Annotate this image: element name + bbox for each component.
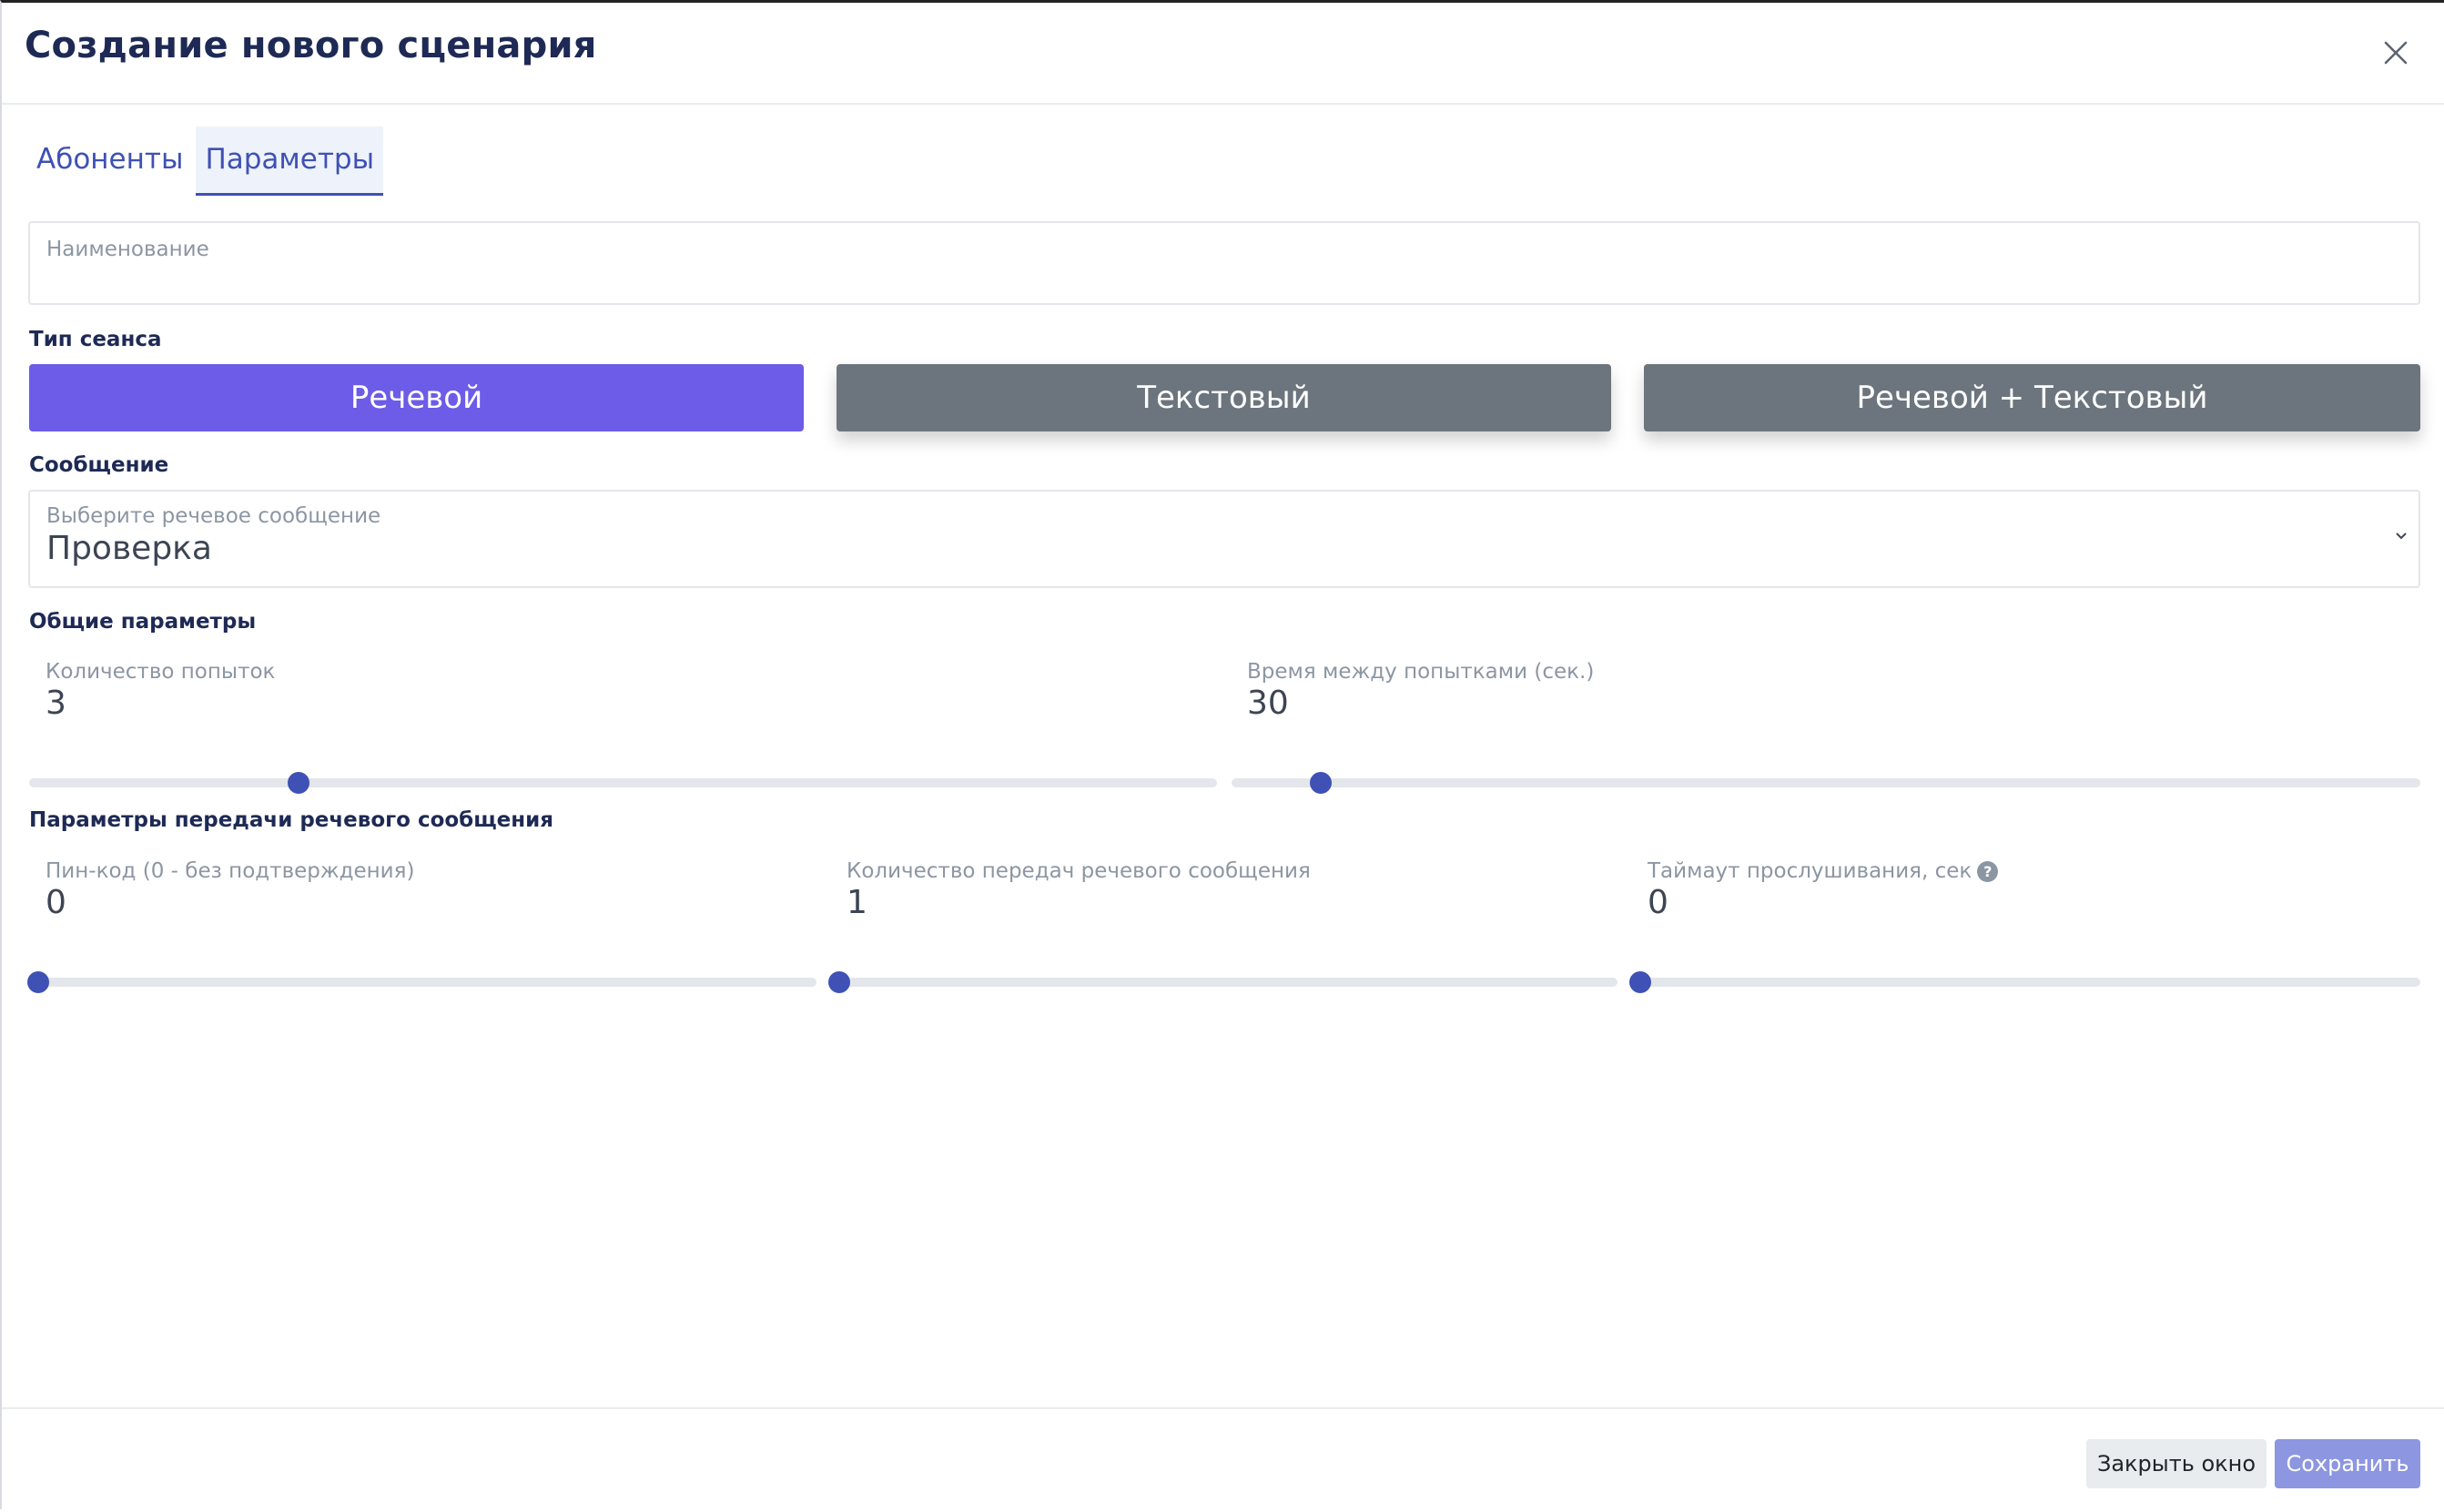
message-select-value: Проверка <box>46 530 212 567</box>
session-type-text-button[interactable]: Текстовый <box>837 364 1611 431</box>
pin-code-slider-thumb[interactable] <box>27 971 49 993</box>
attempts-label: Количество попыток <box>46 660 276 684</box>
save-button[interactable]: Сохранить <box>2275 1439 2420 1488</box>
close-icon[interactable] <box>2380 37 2411 68</box>
timeout-slider-thumb[interactable] <box>1629 971 1651 993</box>
message-select-label: Выберите речевое сообщение <box>46 504 381 528</box>
attempts-slider-thumb[interactable] <box>288 772 310 794</box>
create-scenario-modal: Создание нового сценария Абоненты Параме… <box>0 0 2444 1509</box>
tab-bar: Абоненты Параметры <box>27 127 384 196</box>
close-window-button[interactable]: Закрыть окно <box>2086 1439 2267 1488</box>
voice-params-label: Параметры передачи речевого сообщения <box>29 808 554 832</box>
modal-header: Создание нового сценария <box>2 3 2444 105</box>
timeout-label-text: Таймаут прослушивания, сек <box>1648 859 1972 883</box>
timeout-value: 0 <box>1648 884 1668 921</box>
pin-code-value: 0 <box>46 884 66 921</box>
repeats-slider[interactable] <box>828 971 1618 993</box>
tab-parameters[interactable]: Параметры <box>196 127 384 196</box>
pin-code-label: Пин-код (0 - без подтверждения) <box>46 859 415 883</box>
repeats-value: 1 <box>847 884 867 921</box>
name-field[interactable]: Наименование <box>28 221 2420 305</box>
help-icon[interactable]: ? <box>1977 861 1999 882</box>
message-select[interactable]: Выберите речевое сообщение Проверка <box>28 490 2420 588</box>
tab-subscribers[interactable]: Абоненты <box>27 127 192 196</box>
session-type-label: Тип сеанса <box>29 328 162 351</box>
interval-value: 30 <box>1247 685 1289 722</box>
session-type-voice-button[interactable]: Речевой <box>29 364 804 431</box>
repeats-slider-thumb[interactable] <box>828 971 850 993</box>
interval-slider[interactable] <box>1232 772 2420 794</box>
modal-footer: Закрыть окно Сохранить <box>2 1407 2444 1512</box>
session-type-voice-text-button[interactable]: Речевой + Текстовый <box>1644 364 2420 431</box>
attempts-value: 3 <box>46 685 66 722</box>
modal-title: Создание нового сценария <box>25 25 597 66</box>
timeout-label: Таймаут прослушивания, сек? <box>1648 859 1999 883</box>
timeout-slider[interactable] <box>1629 971 2420 993</box>
interval-label: Время между попытками (сек.) <box>1247 660 1595 684</box>
repeats-label: Количество передач речевого сообщения <box>847 859 1311 883</box>
chevron-down-icon <box>2396 533 2407 540</box>
message-section-label: Сообщение <box>29 453 169 477</box>
pin-code-slider[interactable] <box>27 971 816 993</box>
general-params-label: Общие параметры <box>29 610 257 634</box>
attempts-slider[interactable] <box>29 772 1217 794</box>
interval-slider-thumb[interactable] <box>1309 772 1332 794</box>
name-field-label: Наименование <box>46 238 209 261</box>
